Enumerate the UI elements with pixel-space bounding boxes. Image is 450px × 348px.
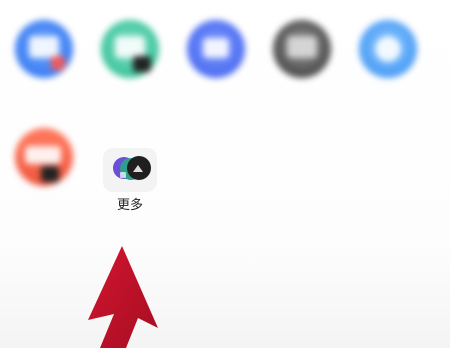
sky-app-icon bbox=[359, 20, 417, 78]
app-item-2[interactable] bbox=[92, 20, 168, 84]
app-item-5[interactable] bbox=[350, 20, 426, 84]
app-grid-screen: 更多 bbox=[0, 0, 450, 348]
app-item-3[interactable] bbox=[178, 20, 254, 84]
more-apps-icon bbox=[103, 148, 157, 192]
more-apps-button[interactable]: 更多 bbox=[92, 148, 168, 214]
blue-app-icon bbox=[15, 20, 73, 78]
app-item-6[interactable] bbox=[6, 128, 82, 192]
red-arrow-icon bbox=[60, 240, 170, 348]
orange-app-icon bbox=[15, 128, 73, 186]
app-item-4[interactable] bbox=[264, 20, 340, 84]
gray-app-icon bbox=[273, 20, 331, 78]
indigo-app-icon bbox=[187, 20, 245, 78]
teal-app-icon bbox=[101, 20, 159, 78]
more-apps-label: 更多 bbox=[116, 198, 143, 213]
app-item-1[interactable] bbox=[6, 20, 82, 84]
